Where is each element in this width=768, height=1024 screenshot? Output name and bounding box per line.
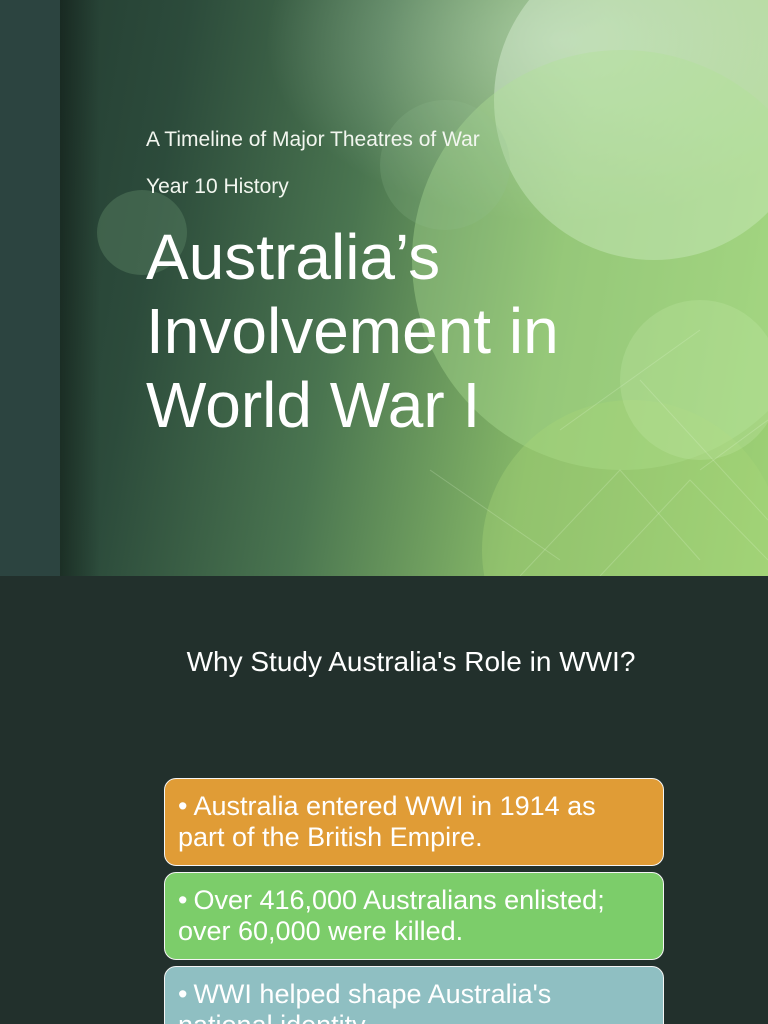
- fact-text: WWI helped shape Australia's national id…: [178, 979, 552, 1024]
- bullet-glyph: •: [178, 885, 188, 915]
- fact-box: • Over 416,000 Australians enlisted; over…: [164, 872, 664, 960]
- title-line: Involvement in: [146, 295, 559, 367]
- bullet-glyph: •: [178, 791, 188, 821]
- title-line: World War I: [146, 369, 481, 441]
- slide-heading: Why Study Australia's Role in WWI?: [186, 646, 636, 677]
- left-band: [0, 0, 60, 576]
- slide-title: Australia’s Involvement in World War I: [146, 220, 746, 442]
- document-page: A Timeline of Major Theatres of War Year…: [0, 0, 768, 1024]
- left-band-shadow: [60, 0, 100, 576]
- why-study-slide: Why Study Australia's Role in WWI? • Aust…: [0, 576, 768, 1024]
- fact-text: Over 416,000 Australians enlisted; over …: [178, 885, 605, 946]
- fact-box: •WWI helped shape Australia's national i…: [164, 966, 664, 1024]
- title-line: Australia’s: [146, 221, 441, 293]
- fact-text: Australia entered WWI in 1914 as part of…: [178, 791, 596, 852]
- fact-box: • Australia entered WWI in 1914 as part o…: [164, 778, 664, 866]
- subtitle-year: Year 10 History: [146, 175, 289, 198]
- bullet-glyph: •: [178, 979, 188, 1009]
- subtitle-timeline: A Timeline of Major Theatres of War: [146, 128, 480, 151]
- title-slide: A Timeline of Major Theatres of War Year…: [0, 0, 768, 576]
